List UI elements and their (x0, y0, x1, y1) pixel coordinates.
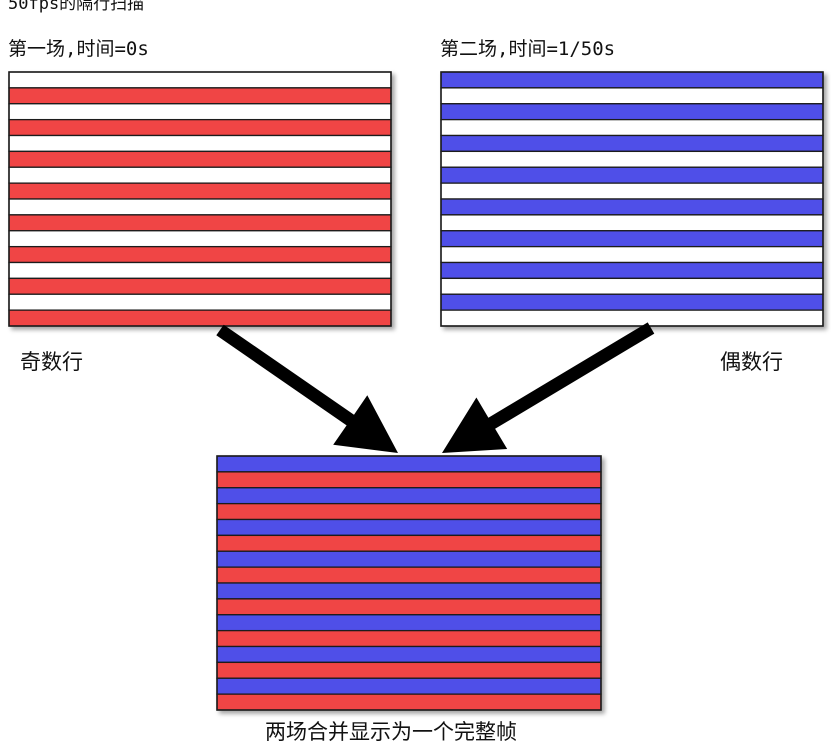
field1-odd-lines-box (8, 71, 392, 327)
field1-stripe-15 (8, 293, 392, 311)
field1-stripe-14 (8, 277, 392, 295)
field2-stripe-6 (440, 150, 824, 168)
result-stripe-2 (216, 471, 602, 489)
field1-stripe-6 (8, 150, 392, 168)
field2-stripe-13 (440, 261, 824, 280)
field1-stripe-9 (8, 198, 392, 216)
field2-stripe-15 (440, 293, 824, 311)
result-stripe-7 (216, 550, 602, 568)
field2-stripe-10 (440, 214, 824, 232)
result-stripe-6 (216, 534, 602, 552)
result-stripe-3 (216, 487, 602, 505)
field2-stripe-11 (440, 230, 824, 248)
field1-stripe-8 (8, 182, 392, 200)
field2-stripe-14 (440, 277, 824, 295)
field2-even-lines-box (440, 71, 824, 327)
field1-stripe-10 (8, 214, 392, 232)
result-stripe-14 (216, 661, 602, 679)
field2-stripe-9 (440, 198, 824, 216)
field2-stripe-7 (440, 166, 824, 184)
field1-stripe-7 (8, 166, 392, 184)
result-stripe-13 (216, 645, 602, 664)
result-stripe-8 (216, 566, 602, 584)
result-stripe-4 (216, 502, 602, 521)
field2-stripe-12 (440, 245, 824, 264)
result-stripe-10 (216, 598, 602, 616)
field1-stripe-5 (8, 134, 392, 153)
result-stripe-9 (216, 582, 602, 600)
result-stripe-12 (216, 629, 602, 648)
right-merge-arrow (442, 322, 655, 453)
field1-stripe-12 (8, 245, 392, 264)
result-stripe-1 (216, 455, 602, 473)
field1-stripe-1 (8, 71, 392, 89)
field1-stripe-4 (8, 118, 392, 137)
result-stripe-15 (216, 677, 602, 695)
field2-stripe-16 (440, 309, 824, 327)
result-stripe-5 (216, 518, 602, 537)
field2-stripe-2 (440, 87, 824, 105)
result-stripe-11 (216, 614, 602, 632)
interlace-diagram (8, 71, 824, 711)
field1-stripe-16 (8, 309, 392, 327)
left-merge-arrow (216, 324, 398, 453)
combined-frame-box (216, 455, 602, 711)
field2-stripe-5 (440, 134, 824, 153)
merge-arrows (216, 322, 655, 453)
field1-stripe-3 (8, 103, 392, 121)
field2-stripe-1 (440, 71, 824, 89)
field2-stripe-3 (440, 103, 824, 121)
field1-stripe-11 (8, 230, 392, 248)
field1-stripe-2 (8, 87, 392, 105)
field1-stripe-13 (8, 261, 392, 280)
field2-stripe-4 (440, 118, 824, 137)
field2-stripe-8 (440, 182, 824, 200)
result-stripe-16 (216, 693, 602, 711)
